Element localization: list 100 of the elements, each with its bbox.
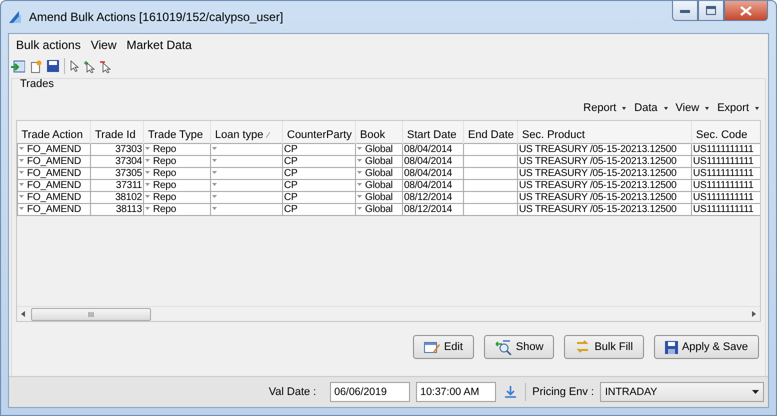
dropdown-icon[interactable]: [357, 147, 362, 150]
table-cell: FO_AMEND: [18, 144, 90, 156]
table-cell: US1111111111: [692, 156, 760, 168]
column-header[interactable]: Trade Id: [90, 121, 144, 144]
dropdown-icon[interactable]: [145, 183, 150, 186]
dropdown-icon[interactable]: [19, 183, 24, 186]
time-field[interactable]: 10:37:00 AM: [416, 382, 496, 402]
section-title: Trades: [20, 78, 55, 90]
menu-item[interactable]: Market Data: [122, 38, 197, 56]
maximize-button[interactable]: [698, 1, 724, 21]
table-cell: Repo: [144, 204, 210, 216]
dropdown-icon[interactable]: [212, 171, 217, 174]
action-button[interactable]: Bulk Fill: [564, 335, 644, 359]
table-cell: US TREASURY /05-15-20213.12500: [518, 168, 692, 180]
table-menu-item[interactable]: Data: [634, 102, 668, 114]
table-menu-item[interactable]: Export: [717, 102, 759, 114]
table-cell: Global: [356, 156, 402, 168]
table-cell: CP: [282, 168, 356, 180]
caret-icon: [752, 390, 759, 394]
table-cell: [464, 192, 518, 204]
table-cell: US1111111111: [692, 192, 760, 204]
table-cell: 37304: [90, 156, 144, 168]
dropdown-icon[interactable]: [212, 207, 217, 210]
pointer-minus-icon[interactable]: [100, 60, 111, 72]
table-cell: FO_AMEND: [18, 192, 90, 204]
table-cell: 08/04/2014: [402, 156, 464, 168]
table-cell: Repo: [144, 156, 210, 168]
dropdown-icon[interactable]: [19, 207, 24, 210]
field-label: Pricing Env :: [532, 386, 594, 398]
column-header[interactable]: Trade Action: [18, 121, 90, 144]
minimize-button[interactable]: [672, 1, 698, 21]
dropdown-icon[interactable]: [212, 147, 217, 150]
table-menu-item[interactable]: View: [676, 102, 710, 114]
table-cell: US TREASURY /05-15-20213.12500: [518, 156, 692, 168]
scroll-left-icon[interactable]: [21, 311, 25, 317]
dropdown-icon[interactable]: [212, 183, 217, 186]
dropdown-icon[interactable]: [145, 147, 150, 150]
dropdown-icon[interactable]: [145, 195, 150, 198]
column-header[interactable]: Start Date: [402, 121, 464, 144]
dropdown-icon[interactable]: [19, 171, 24, 174]
dropdown-icon[interactable]: [357, 207, 362, 210]
dropdown-icon[interactable]: [212, 195, 217, 198]
menu-item[interactable]: Bulk actions: [11, 38, 86, 56]
dropdown-icon[interactable]: [357, 159, 362, 162]
table-cell: US TREASURY /05-15-20213.12500: [518, 180, 692, 192]
table-cell: FO_AMEND: [18, 204, 90, 216]
dropdown-icon[interactable]: [145, 207, 150, 210]
action-button[interactable]: Show: [484, 335, 554, 359]
menu-item[interactable]: View: [86, 38, 122, 56]
scroll-right-icon[interactable]: [752, 311, 756, 317]
table-cell: 37305: [90, 168, 144, 180]
arrows-icon: [575, 340, 590, 354]
import-icon[interactable]: [11, 60, 25, 72]
pointer-plus-icon[interactable]: [84, 60, 95, 72]
table-cell: FO_AMEND: [18, 168, 90, 180]
dropdown-icon[interactable]: [357, 195, 362, 198]
download-icon[interactable]: [505, 386, 516, 398]
dropdown-icon[interactable]: [145, 159, 150, 162]
save-icon[interactable]: [47, 60, 59, 72]
table-cell: 38102: [90, 192, 144, 204]
grip-icon: [88, 312, 94, 316]
dropdown-icon[interactable]: [19, 195, 24, 198]
table-cell: Global: [356, 204, 402, 216]
table-cell: FO_AMEND: [18, 156, 90, 168]
table-menu-item[interactable]: Report: [583, 102, 626, 114]
horizontal-scrollbar[interactable]: [17, 306, 760, 321]
dropdown-icon[interactable]: [19, 147, 24, 150]
dropdown-icon[interactable]: [19, 159, 24, 162]
window-title: Amend Bulk Actions [161019/152/calypso_user]: [29, 10, 284, 24]
table-cell: US1111111111: [692, 144, 760, 156]
dropdown-icon[interactable]: [212, 159, 217, 162]
caret-icon: [755, 106, 759, 110]
column-header[interactable]: Sec. Product: [518, 121, 692, 144]
dropdown-icon[interactable]: [357, 171, 362, 174]
dropdown-icon[interactable]: [357, 183, 362, 186]
table-cell: CP: [282, 180, 356, 192]
table-cell: [464, 180, 518, 192]
column-header[interactable]: CounterParty: [282, 121, 356, 144]
caret-icon: [622, 106, 626, 110]
new-document-icon[interactable]: [30, 60, 42, 72]
pointer-icon[interactable]: [70, 60, 79, 72]
caret-icon: [664, 106, 668, 110]
table-cell: US TREASURY /05-15-20213.12500: [518, 192, 692, 204]
column-header[interactable]: Sec. Code: [692, 121, 760, 144]
table-cell: Repo: [144, 180, 210, 192]
table-cell: US1111111111: [692, 180, 760, 192]
pricing-env-select[interactable]: INTRADAY: [600, 382, 764, 402]
date-field[interactable]: 06/06/2019: [330, 382, 410, 402]
magnifier-icon: [494, 340, 512, 354]
column-header[interactable]: Book: [356, 121, 402, 144]
action-button[interactable]: Apply & Save: [654, 335, 759, 359]
dropdown-icon[interactable]: [145, 171, 150, 174]
column-header[interactable]: End Date: [464, 121, 518, 144]
column-header[interactable]: Trade Type: [144, 121, 210, 144]
column-header[interactable]: Loan type: [210, 121, 282, 144]
minimize-icon: [680, 8, 690, 12]
close-button[interactable]: [724, 1, 768, 21]
table-cell: US TREASURY /05-15-20213.12500: [518, 204, 692, 216]
table-cell: US TREASURY /05-15-20213.12500: [518, 144, 692, 156]
action-button[interactable]: Edit: [412, 335, 474, 359]
